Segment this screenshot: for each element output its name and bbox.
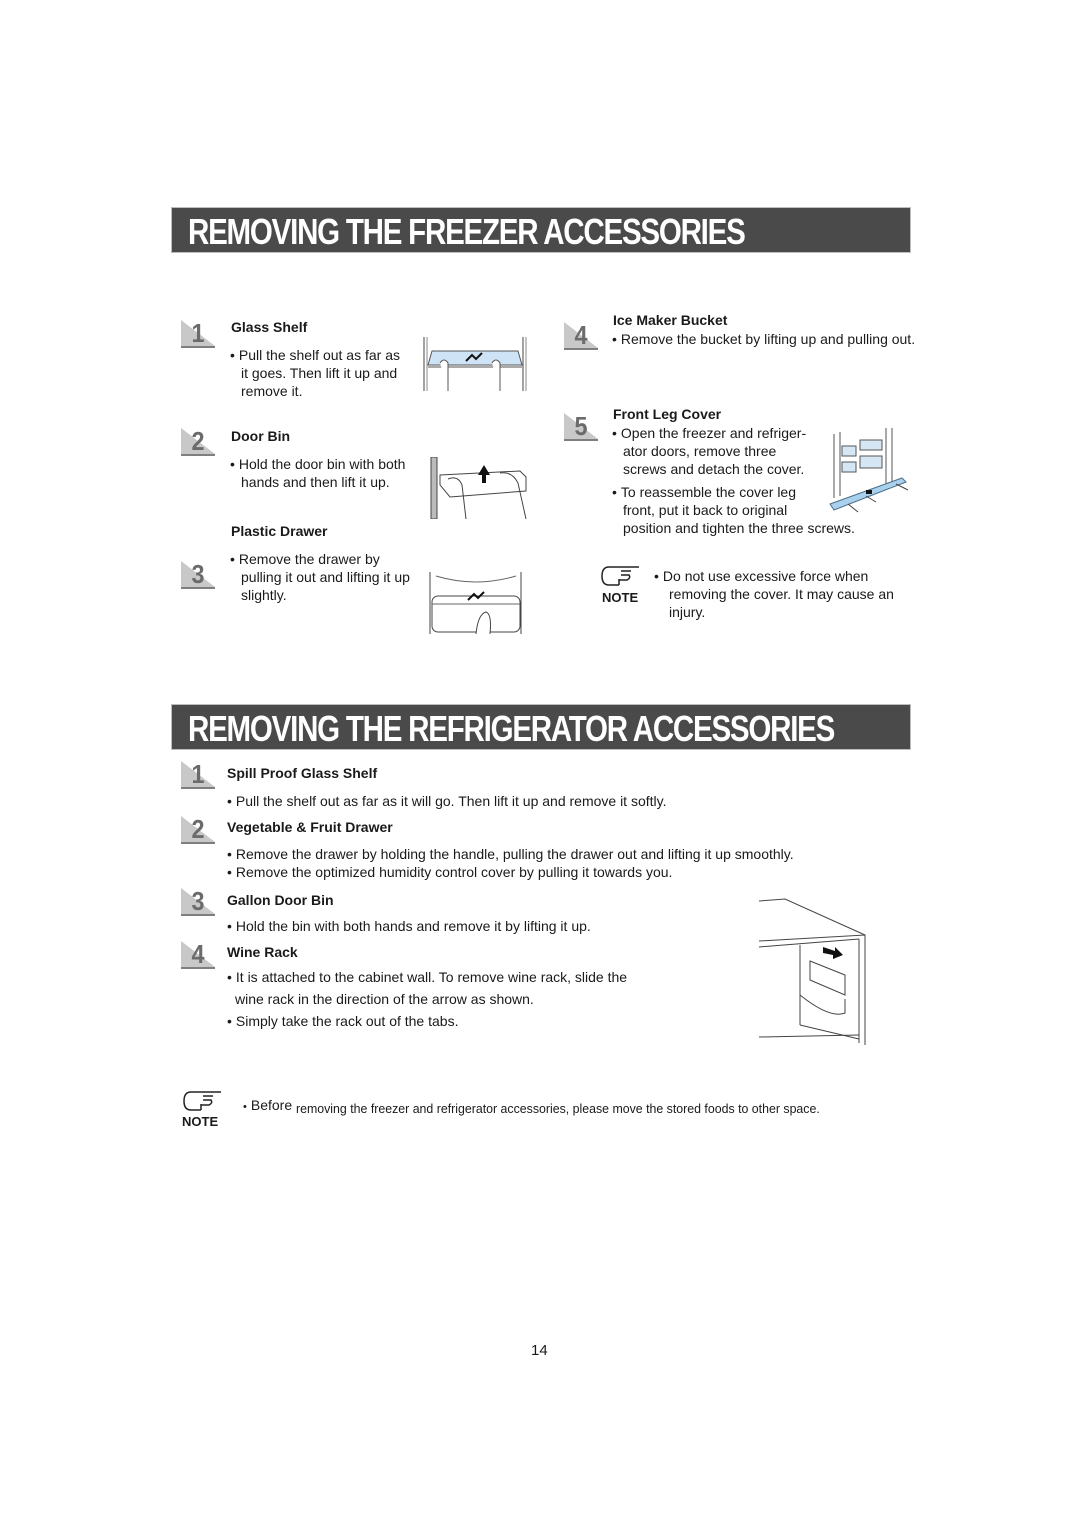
page-number: 14 [531,1342,548,1359]
step-description: Open the freezer and refriger- ator door… [612,424,855,537]
step-description: Remove the drawer by holding the handle,… [227,845,794,881]
text-line: Open the freezer and refriger- [612,424,855,442]
step-description: Remove the bucket by lifting up and pull… [612,330,915,348]
step-number-badge: 4 [564,320,598,352]
note-body: removing the freezer and refrigerator ac… [296,1101,820,1116]
text-line: screws and detach the cover. [623,461,805,477]
text-line: Pull the shelf out as far as [230,346,400,364]
text-line: Remove the optimized humidity control co… [227,863,794,881]
step-title: Front Leg Cover [613,406,722,422]
text-line: Do not use excessive force when [654,567,894,585]
note-label: NOTE [182,1114,219,1129]
bullet [243,1101,251,1113]
step-number-badge: 2 [181,814,215,846]
step-number-badge: 1 [181,318,215,350]
front-leg-cover-illustration [829,428,909,513]
text-line: Remove the drawer by [230,550,410,568]
text-line: Simply take the rack out of the tabs. [227,1010,627,1032]
text-line: pulling it out and lifting it up [241,569,410,585]
text-line: Pull the shelf out as far as it will go.… [227,792,667,810]
step-title: Plastic Drawer [231,523,328,539]
step-number-badge: 1 [181,759,215,791]
text-line: position and tighten the three screws. [623,520,855,536]
note-label: NOTE [602,590,639,605]
text-line: Remove the drawer by holding the handle,… [227,845,794,863]
text-line: removing the cover. It may cause an [669,586,894,602]
refrigerator-section-heading: REMOVING THE REFRIGERATOR ACCESSORIES [171,704,911,750]
note-lead-word: Before [250,1097,293,1113]
text-line: Hold the bin with both hands and remove … [227,917,591,935]
text-line: front, put it back to original [623,502,788,518]
text-line: Hold the door bin with both [230,455,406,473]
step-number-badge: 5 [564,411,598,443]
step-number-badge: 3 [181,559,215,591]
step-description: Pull the shelf out as far as it will go.… [227,792,667,810]
step-description: Remove the drawer by pulling it out and … [230,550,410,604]
text-line: It is attached to the cabinet wall. To r… [227,966,627,988]
step-description: Hold the door bin with both hands and th… [230,455,406,491]
text-line: hands and then lift it up. [241,474,390,490]
step-title: Gallon Door Bin [227,892,334,908]
text-line: it goes. Then lift it up and [241,365,398,381]
step-description: Pull the shelf out as far as it goes. Th… [230,346,400,400]
text-line: injury. [669,604,706,620]
text-line: remove it. [241,383,303,399]
text-line: wine rack in the direction of the arrow … [235,991,534,1007]
step-number-badge: 4 [181,939,215,971]
pointing-hand-icon [601,566,639,586]
step-title: Spill Proof Glass Shelf [227,765,378,781]
glass-shelf-illustration [423,337,527,391]
step-title: Ice Maker Bucket [613,312,728,328]
note-text: Do not use excessive force when removing… [654,567,894,621]
pointing-hand-icon [183,1091,221,1111]
step-description: It is attached to the cabinet wall. To r… [227,966,627,1032]
step-title: Door Bin [231,428,291,444]
step-title: Vegetable & Fruit Drawer [227,819,393,835]
step-title: Wine Rack [227,944,298,960]
note-text: Before removing the freezer and refriger… [243,1097,847,1116]
text-line: slightly. [241,587,287,603]
text-line: To reassemble the cover leg [612,483,855,501]
text-line: Remove the bucket by lifting up and pull… [612,330,915,348]
step-number-badge: 2 [181,426,215,458]
plastic-drawer-illustration [429,572,522,634]
step-number-badge: 3 [181,886,215,918]
wine-rack-illustration [758,898,866,1045]
step-description: Hold the bin with both hands and remove … [227,917,591,935]
step-title: Glass Shelf [231,319,308,335]
text-line: ator doors, remove three [623,443,777,459]
freezer-section-heading: REMOVING THE FREEZER ACCESSORIES [171,207,911,253]
door-bin-illustration [430,457,527,519]
